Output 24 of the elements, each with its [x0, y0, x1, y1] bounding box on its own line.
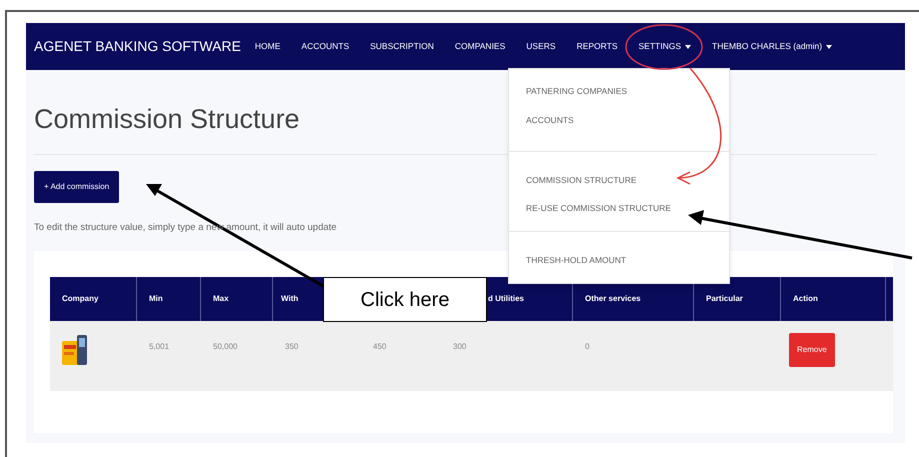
add-commission-button[interactable]: + Add commission	[34, 170, 120, 202]
menu-item[interactable]: RE-USE COMMISSION STRUCTURE	[509, 194, 729, 223]
nav-link[interactable]: SUBSCRIPTION	[370, 40, 434, 53]
user-menu[interactable]: THEMBO CHARLES (admin)	[712, 40, 832, 53]
nav-link[interactable]: ACCOUNTS	[301, 40, 350, 53]
nav-link[interactable]: REPORTS	[576, 40, 618, 53]
table-cell: 350	[285, 342, 298, 351]
menu-item[interactable]: THRESH-HOLD AMOUNT	[509, 246, 729, 275]
page-title: Commission Structure	[34, 103, 300, 136]
nav-link[interactable]: USERS	[526, 40, 556, 53]
table-cell: 50,000	[213, 342, 238, 351]
table-cell: 5,001	[149, 342, 170, 351]
nav-link[interactable]: COMPANIES	[454, 40, 506, 53]
remove-button[interactable]: Remove	[789, 332, 835, 367]
menu-item[interactable]: COMMISSION STRUCTURE	[509, 166, 729, 194]
nav-link[interactable]: HOME	[254, 40, 280, 53]
callout-box: Click here	[323, 277, 487, 322]
menu-item[interactable]: ACCOUNTS	[509, 106, 729, 134]
brand-title[interactable]: AGENET BANKING SOFTWARE	[34, 36, 241, 57]
nav-link[interactable]: SETTINGS	[638, 40, 692, 53]
menu-item[interactable]: PATNERING COMPANIES	[509, 77, 729, 106]
table-cell: 450	[373, 342, 386, 351]
table-cell: 300	[453, 342, 466, 351]
table-cell: 0	[585, 342, 590, 351]
